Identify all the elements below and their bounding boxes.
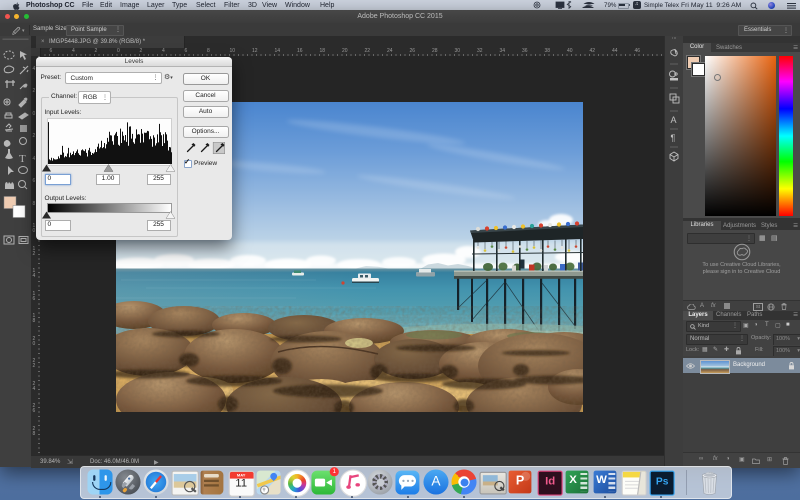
svg-text:T: T [19,153,26,165]
svg-text:A: A [671,115,677,125]
svg-text:¶: ¶ [671,133,676,143]
